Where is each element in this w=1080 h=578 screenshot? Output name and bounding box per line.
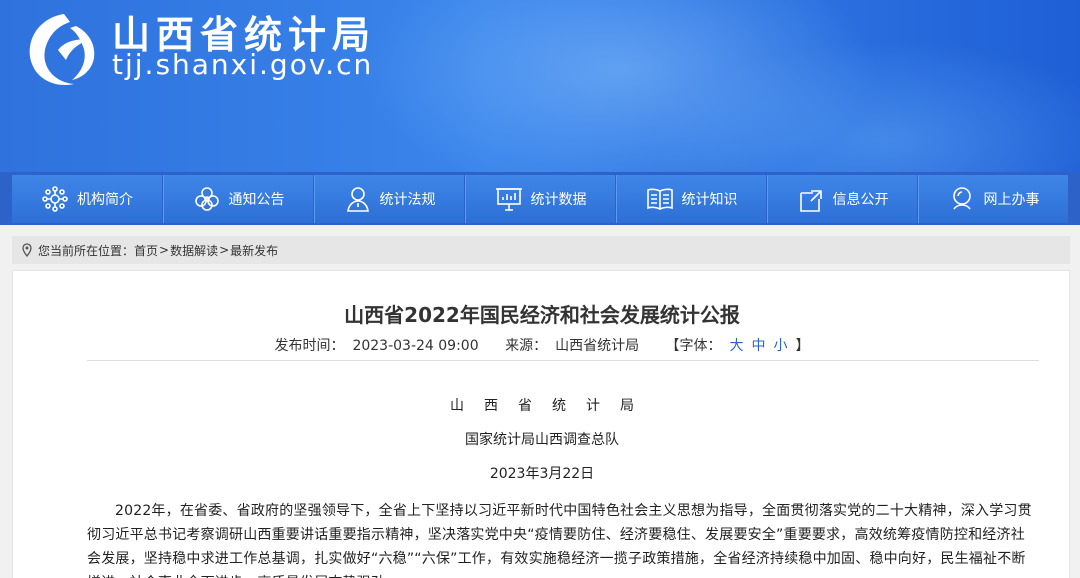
publish-label: 发布时间： bbox=[274, 338, 345, 354]
nav-label: 信息公开 bbox=[832, 192, 889, 208]
flower-icon bbox=[194, 187, 219, 211]
location-pin-icon bbox=[22, 243, 32, 257]
breadcrumb-data-interpretation[interactable]: 数据解读 bbox=[170, 242, 218, 259]
share-doc-icon bbox=[799, 190, 822, 212]
font-size-close: 】 bbox=[795, 338, 810, 354]
meta-divider bbox=[87, 360, 1039, 361]
breadcrumb-home[interactable]: 首页 bbox=[134, 242, 158, 259]
nav-item-org[interactable]: 机构简介 bbox=[12, 175, 162, 223]
breadcrumb-separator: > bbox=[219, 243, 230, 257]
book-icon bbox=[646, 188, 673, 210]
publish-time: 2023-03-24 09:00 bbox=[352, 338, 479, 354]
nav-label: 网上办事 bbox=[983, 192, 1040, 208]
nav-label: 统计数据 bbox=[530, 192, 587, 208]
site-domain: tjj.shanxi.gov.cn bbox=[112, 48, 374, 81]
header-banner: 山西省统计局 tjj.shanxi.gov.cn bbox=[0, 0, 1080, 172]
chart-board-icon bbox=[495, 188, 522, 211]
font-medium-button[interactable]: 中 bbox=[752, 338, 766, 354]
article-title: 山西省2022年国民经济和社会发展统计公报 bbox=[344, 303, 740, 327]
source-value: 山西省统计局 bbox=[555, 338, 640, 354]
site-logo-icon[interactable] bbox=[18, 8, 110, 92]
nav-label: 统计知识 bbox=[681, 192, 738, 208]
nav-label: 机构简介 bbox=[77, 192, 133, 208]
issue-date: 2023年3月22日 bbox=[489, 466, 595, 482]
org-structure-icon bbox=[42, 186, 68, 212]
nav-item-data[interactable]: 统计数据 bbox=[465, 175, 615, 223]
nav-item-law[interactable]: 统计法规 bbox=[314, 175, 464, 223]
breadcrumb-latest[interactable]: 最新发布 bbox=[230, 242, 278, 259]
issuer-survey-team: 国家统计局山西调查总队 bbox=[465, 432, 619, 448]
breadcrumb: 您当前所在位置： 首页 > 数据解读 > 最新发布 bbox=[12, 236, 1070, 264]
nav-item-service[interactable]: 网上办事 bbox=[918, 175, 1068, 223]
font-size-label: 【字体： bbox=[665, 338, 722, 354]
font-small-button[interactable]: 小 bbox=[774, 338, 788, 354]
article-meta: 发布时间： 2023-03-24 09:00 来源： 山西省统计局 【字体： 大中小】 bbox=[13, 335, 1071, 355]
person-service-icon bbox=[952, 187, 971, 210]
breadcrumb-separator: > bbox=[159, 243, 170, 257]
breadcrumb-prefix: 您当前所在位置： bbox=[38, 243, 135, 258]
nav-label: 通知公告 bbox=[228, 192, 285, 208]
source-label: 来源： bbox=[505, 338, 548, 354]
nav-label: 统计法规 bbox=[379, 192, 436, 208]
nav-item-disclosure[interactable]: 信息公开 bbox=[767, 175, 917, 223]
nav-item-notice[interactable]: 通知公告 bbox=[163, 175, 313, 223]
issuer-provincial-bureau: 山西省统计局 bbox=[450, 398, 654, 414]
nav-item-knowledge[interactable]: 统计知识 bbox=[616, 175, 766, 223]
article-paragraph: 2022年，在省委、省政府的坚强领导下，全省上下坚持以习近平新时代中国特色社会主… bbox=[87, 503, 1032, 578]
user-law-icon bbox=[346, 187, 369, 212]
font-large-button[interactable]: 大 bbox=[730, 338, 744, 354]
article-panel: 山西省2022年国民经济和社会发展统计公报 发布时间： 2023-03-24 09… bbox=[12, 270, 1070, 578]
banner-glow bbox=[650, 40, 1080, 172]
main-nav: 机构简介 通知公告 统计法规 统计数据 统计知识 信息公开 网上办事 bbox=[0, 172, 1080, 225]
